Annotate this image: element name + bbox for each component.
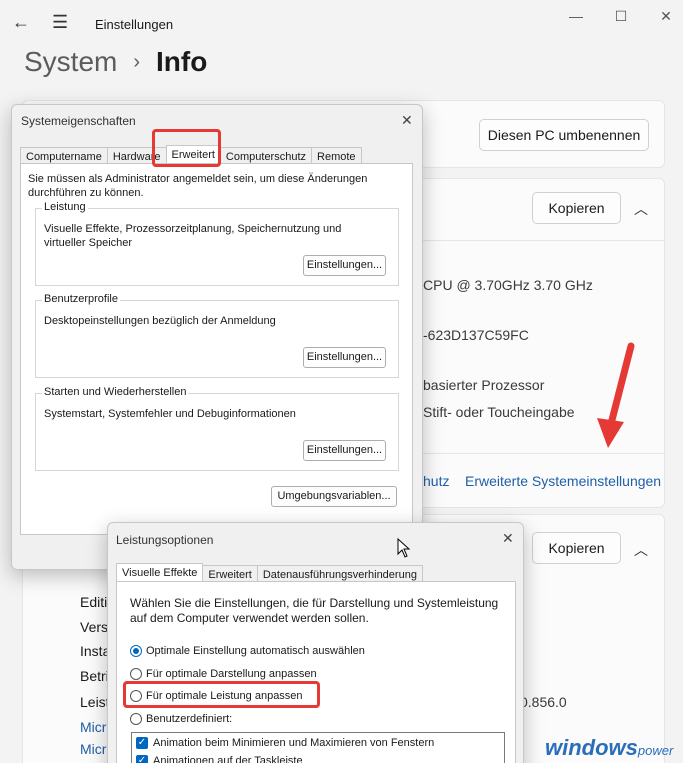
startup-settings-button[interactable]: Einstellungen... [303, 440, 386, 461]
radio-auto-label: Optimale Einstellung automatisch auswähl… [146, 645, 365, 657]
system-properties-dialog: Systemeigenschaften ✕ Computername Hardw… [11, 104, 423, 570]
watermark-sub: power [637, 743, 674, 758]
dialog-title: Systemeigenschaften [21, 114, 136, 128]
environment-variables-button[interactable]: Umgebungsvariablen... [271, 486, 397, 507]
arrow-to-advanced-head [597, 418, 624, 448]
radio-button [130, 668, 142, 680]
effects-listbox[interactable]: ✓ Animation beim Minimieren und Maximier… [131, 732, 505, 763]
check-minmax-label: Animation beim Minimieren und Maximieren… [153, 737, 435, 749]
highlight-best-performance [123, 681, 320, 708]
checkbox-checked-icon: ✓ [136, 755, 148, 763]
radio-custom[interactable]: Benutzerdefiniert: [130, 713, 232, 725]
visual-effects-desc: Wählen Sie die Einstellungen, die für Da… [130, 596, 499, 625]
close-icon[interactable]: ✕ [401, 112, 413, 129]
profiles-group: Benutzerprofile Desktopeinstellungen bez… [35, 293, 399, 378]
radio-button [130, 713, 142, 725]
check-taskbar-animation[interactable]: ✓ Animationen auf der Taskleiste [136, 755, 303, 763]
mouse-cursor-icon [397, 538, 411, 558]
close-icon[interactable]: ✕ [502, 530, 514, 547]
startup-desc: Systemstart, Systemfehler und Debuginfor… [44, 408, 296, 420]
radio-best-appearance-label: Für optimale Darstellung anpassen [146, 668, 317, 680]
advanced-tab-panel: Sie müssen als Administrator angemeldet … [20, 163, 413, 535]
radio-auto[interactable]: Optimale Einstellung automatisch auswähl… [130, 645, 365, 657]
startup-legend: Starten und Wiederherstellen [42, 386, 189, 398]
performance-options-dialog: Leistungsoptionen ✕ Visuelle Effekte Erw… [107, 522, 524, 763]
admin-note: Sie müssen als Administrator angemeldet … [28, 173, 368, 199]
radio-custom-label: Benutzerdefiniert: [146, 713, 233, 725]
performance-group: Leistung Visuelle Effekte, Prozessorzeit… [35, 201, 399, 286]
profiles-legend: Benutzerprofile [42, 293, 120, 305]
highlight-erweitert-tab [152, 129, 221, 167]
performance-settings-button[interactable]: Einstellungen... [303, 255, 386, 276]
watermark-main: windows [545, 735, 638, 760]
performance-desc: Visuelle Effekte, Prozessorzeitplanung, … [44, 223, 342, 249]
checkbox-checked-icon: ✓ [136, 737, 148, 749]
check-taskbar-label: Animationen auf der Taskleiste [153, 755, 303, 763]
watermark-logo: windowspower [545, 735, 673, 761]
profiles-desc: Desktopeinstellungen bezüglich der Anmel… [44, 315, 276, 327]
radio-best-appearance[interactable]: Für optimale Darstellung anpassen [130, 668, 317, 680]
startup-group: Starten und Wiederherstellen Systemstart… [35, 386, 399, 471]
visual-effects-panel: Wählen Sie die Einstellungen, die für Da… [116, 581, 516, 763]
profiles-settings-button[interactable]: Einstellungen... [303, 347, 386, 368]
performance-legend: Leistung [42, 201, 88, 213]
radio-button-selected [130, 645, 142, 657]
check-minmax-animation[interactable]: ✓ Animation beim Minimieren und Maximier… [136, 737, 434, 749]
arrow-to-advanced-line [608, 342, 635, 424]
dialog-title: Leistungsoptionen [116, 533, 214, 547]
